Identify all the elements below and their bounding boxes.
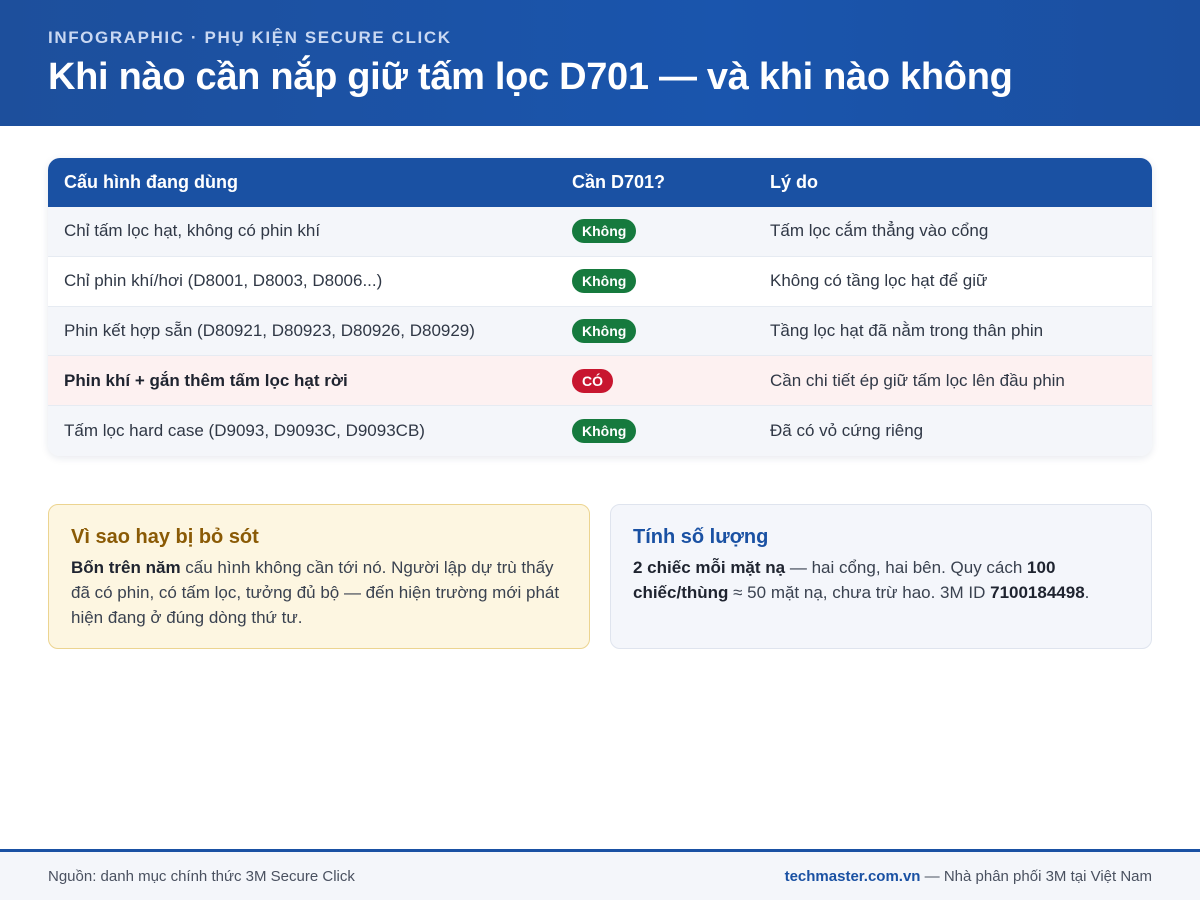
callout-title: Vì sao hay bị bỏ sót [71,526,259,548]
callout-text: 2 chiếc mỗi mặt nạ — hai cổng, hai bên. … [633,555,1129,605]
footer-credit: techmaster.com.vn — Nhà phân phối 3M tại… [785,868,1152,885]
callout-bold-id: 7100184498 [990,583,1085,602]
need-badge: Không [572,269,637,294]
row-config: Tấm lọc hard case (D9093, D9093C, D9093C… [64,421,425,441]
header-need: Cần D701? [572,172,666,192]
footer-tagline: — Nhà phân phối 3M tại Việt Nam [920,867,1152,885]
footer-site-link[interactable]: techmaster.com.vn [785,868,921,885]
footer: Nguồn: danh mục chính thức 3M Secure Cli… [0,849,1200,900]
table-row-highlighted: Phin khí + gắn thêm tấm lọc hạt rời CÓ C… [48,356,1152,407]
row-config: Chỉ tấm lọc hạt, không có phin khí [64,221,321,241]
row-reason: Đã có vỏ cứng riêng [770,421,924,441]
need-badge: Không [572,318,637,343]
header-reason: Lý do [770,172,818,192]
callout-title: Tính số lượng [633,526,769,548]
need-badge: Không [572,419,637,444]
table-row: Chỉ tấm lọc hạt, không có phin khí Không… [48,207,1152,257]
row-reason: Tấm lọc cắm thẳng vào cổng [770,221,989,241]
header-config: Cấu hình đang dùng [64,172,238,192]
table-row: Chỉ phin khí/hơi (D8001, D8003, D8006...… [48,256,1152,307]
row-reason: Không có tầng lọc hạt để giữ [770,271,988,291]
need-badge: Không [572,219,637,244]
quantity-callout: Tính số lượng 2 chiếc mỗi mặt nạ — hai c… [610,504,1152,649]
eyebrow-label: INFOGRAPHIC · PHỤ KIỆN SECURE CLICK [48,28,452,47]
row-reason: Tầng lọc hạt đã nằm trong thân phin [770,320,1044,340]
callout-body-2: ≈ 50 mặt nạ, chưa trừ hao. 3M ID [728,583,991,602]
callout-bold-lead: 2 chiếc mỗi mặt nạ [633,558,786,577]
need-badge: CÓ [572,368,613,393]
callout-bold-lead: Bốn trên năm [71,558,181,577]
callout-body-1: — hai cổng, hai bên. Quy cách [785,558,1028,577]
row-config: Phin khí + gắn thêm tấm lọc hạt rời [64,370,348,390]
callout-text: Bốn trên năm cấu hình không cần tới nó. … [71,555,567,630]
row-config: Phin kết hợp sẵn (D80921, D80923, D80926… [64,320,475,340]
callout-body-3: . [1084,583,1090,602]
table-header: Cấu hình đang dùng Cần D701? Lý do [48,158,1152,207]
page-title: Khi nào cần nắp giữ tấm lọc D701 — và kh… [48,56,1013,98]
table-row: Tấm lọc hard case (D9093, D9093C, D9093C… [48,406,1152,456]
row-config: Chỉ phin khí/hơi (D8001, D8003, D8006...… [64,271,383,291]
header-banner: INFOGRAPHIC · PHỤ KIỆN SECURE CLICK Khi … [0,0,1200,126]
footer-source: Nguồn: danh mục chính thức 3M Secure Cli… [48,867,355,885]
row-reason: Cần chi tiết ép giữ tấm lọc lên đầu phin [770,370,1065,390]
why-missed-callout: Vì sao hay bị bỏ sót Bốn trên năm cấu hì… [48,504,590,649]
table-row: Phin kết hợp sẵn (D80921, D80923, D80926… [48,306,1152,357]
comparison-table: Cấu hình đang dùng Cần D701? Lý do Chỉ t… [48,158,1152,456]
